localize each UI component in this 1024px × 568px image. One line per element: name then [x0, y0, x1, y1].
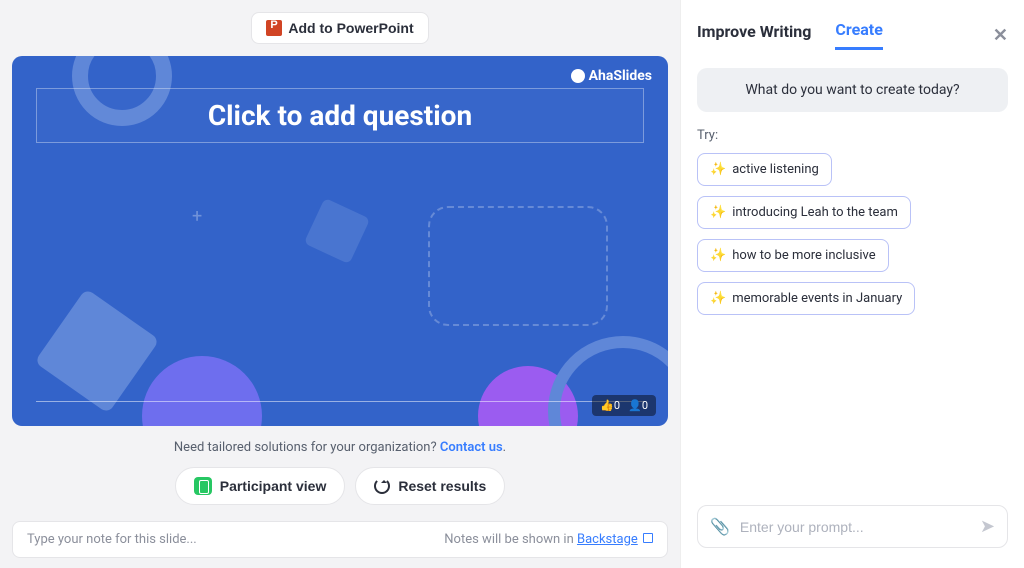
reset-results-button[interactable]: Reset results	[355, 467, 505, 505]
slide-divider	[36, 401, 644, 402]
participant-view-label: Participant view	[220, 478, 327, 494]
add-to-powerpoint-label: Add to PowerPoint	[288, 20, 413, 36]
brand-label: AhaSlides	[589, 68, 652, 84]
prompt-input-container: 📎 ➤	[697, 505, 1008, 548]
prompt-input[interactable]	[740, 519, 970, 535]
send-icon[interactable]: ➤	[980, 516, 995, 537]
notes-hint: Notes will be shown in Backstage	[444, 532, 653, 547]
suggestion-chip[interactable]: ✨ how to be more inclusive	[697, 239, 889, 272]
help-prefix: Need tailored solutions for your organiz…	[174, 440, 440, 455]
brand-watermark: AhaSlides	[571, 68, 652, 84]
suggestion-chip[interactable]: ✨ active listening	[697, 153, 832, 186]
sparkle-icon: ✨	[710, 248, 726, 263]
close-panel-button[interactable]: ✕	[993, 25, 1008, 46]
main-area: Add to PowerPoint + AhaSlides Click to a…	[0, 0, 680, 568]
help-text: Need tailored solutions for your organiz…	[12, 440, 668, 455]
brand-logo-icon	[571, 69, 585, 83]
suggestion-chip[interactable]: ✨ memorable events in January	[697, 282, 915, 315]
chip-label: active listening	[732, 162, 819, 177]
suggestion-chip[interactable]: ✨ introducing Leah to the team	[697, 196, 911, 229]
deco-dashed-icon	[428, 206, 608, 326]
add-to-powerpoint-button[interactable]: Add to PowerPoint	[251, 12, 428, 44]
attachment-icon[interactable]: 📎	[710, 517, 730, 536]
contact-us-link[interactable]: Contact us	[440, 440, 503, 455]
deco-circle-icon	[142, 356, 262, 426]
notes-bar[interactable]: Type your note for this slide... Notes w…	[12, 521, 668, 558]
prompt-hero: What do you want to create today?	[697, 68, 1008, 112]
help-suffix: .	[503, 440, 506, 455]
phone-icon	[194, 477, 212, 495]
people-stat: 👤0	[628, 399, 648, 412]
chip-label: memorable events in January	[732, 291, 902, 306]
panel-tabs: Improve Writing Create ✕	[697, 20, 1008, 50]
question-placeholder: Click to add question	[47, 99, 633, 132]
sparkle-icon: ✨	[710, 291, 726, 306]
tab-improve-writing[interactable]: Improve Writing	[697, 22, 811, 49]
backstage-link[interactable]: Backstage	[577, 532, 638, 547]
question-input-area[interactable]: Click to add question	[36, 88, 644, 143]
participant-view-button[interactable]: Participant view	[175, 467, 346, 505]
reload-icon	[374, 478, 390, 494]
thumbs-stat: 👍0	[600, 399, 620, 412]
external-link-icon	[643, 533, 653, 543]
tab-create[interactable]: Create	[835, 20, 882, 50]
slide-canvas[interactable]: + AhaSlides Click to add question 👍0 👤0	[12, 56, 668, 426]
chip-label: introducing Leah to the team	[732, 205, 898, 220]
sparkle-icon: ✨	[710, 162, 726, 177]
sparkle-icon: ✨	[710, 205, 726, 220]
action-row: Participant view Reset results	[12, 467, 668, 505]
deco-square-icon	[304, 198, 370, 264]
try-label: Try:	[697, 128, 1008, 143]
notes-placeholder: Type your note for this slide...	[27, 532, 197, 547]
deco-square-icon	[34, 288, 159, 413]
reset-results-label: Reset results	[398, 478, 486, 494]
powerpoint-icon	[266, 20, 282, 36]
chip-label: how to be more inclusive	[732, 248, 875, 263]
top-toolbar: Add to PowerPoint	[12, 12, 668, 44]
suggestion-chip-list: ✨ active listening ✨ introducing Leah to t…	[697, 153, 1008, 315]
deco-plus-icon: +	[192, 206, 202, 227]
ai-side-panel: Improve Writing Create ✕ What do you wan…	[680, 0, 1024, 568]
slide-stats-badge: 👍0 👤0	[592, 395, 656, 416]
